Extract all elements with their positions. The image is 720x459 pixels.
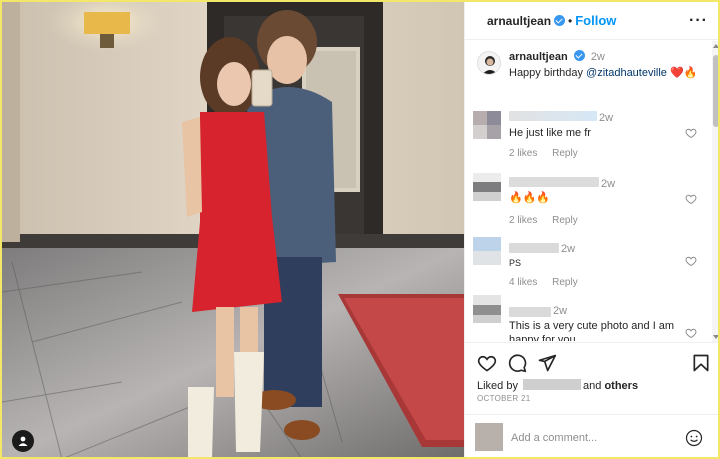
- liked-by-middle: and: [583, 380, 605, 392]
- add-comment-input[interactable]: [511, 428, 671, 448]
- verified-badge-icon: [573, 50, 585, 61]
- verified-badge-icon: [554, 15, 566, 26]
- post-window: arnaultjean • Follow ··· arnaultjean 2w: [0, 0, 720, 459]
- more-options-icon[interactable]: ···: [689, 12, 708, 30]
- caption-username[interactable]: arnaultjean: [509, 51, 568, 63]
- comment-time[interactable]: 2w: [553, 305, 567, 317]
- comment-meta: 2 likes Reply: [509, 215, 590, 226]
- commenter-username-redacted[interactable]: [509, 177, 599, 187]
- post-actions-bar: [465, 342, 718, 382]
- comment-icon[interactable]: [507, 353, 527, 373]
- comment-time[interactable]: 2w: [601, 178, 615, 190]
- post-header: arnaultjean • Follow ···: [465, 2, 718, 40]
- caption-text: Happy birthday: [509, 67, 587, 79]
- tag-person-icon[interactable]: [12, 430, 34, 452]
- heart-icon[interactable]: [685, 255, 697, 267]
- liked-by: Liked by and others: [477, 379, 638, 392]
- comment-meta: 4 likes Reply: [509, 277, 590, 288]
- scrollbar-thumb[interactable]: [713, 55, 718, 127]
- comment-meta: 2 likes Reply: [509, 148, 590, 159]
- heart-icon[interactable]: [477, 353, 497, 373]
- comment-likes[interactable]: 2 likes: [509, 148, 537, 159]
- photo-illustration: [2, 2, 464, 457]
- emoji-icon[interactable]: [685, 429, 703, 447]
- comment-item: 2w This is a very cute photo and I am ha…: [473, 295, 705, 341]
- liked-by-user-redacted[interactable]: [523, 379, 582, 390]
- comment-item: 2w 🔥🔥🔥 2 likes Reply: [473, 171, 705, 235]
- share-icon[interactable]: [537, 353, 557, 373]
- comments-scrollbar[interactable]: [712, 41, 718, 342]
- scroll-up-icon[interactable]: [713, 44, 718, 48]
- comments-list[interactable]: arnaultjean 2w Happy birthday @zitadhaut…: [465, 41, 713, 341]
- reply-button[interactable]: Reply: [552, 277, 578, 288]
- comment-likes[interactable]: 2 likes: [509, 215, 537, 226]
- comment-likes[interactable]: 4 likes: [509, 277, 537, 288]
- separator-dot: •: [568, 13, 573, 28]
- comment-text: PS: [509, 258, 522, 268]
- post-date[interactable]: OCTOBER 21: [477, 394, 531, 403]
- comment-text: This is a very cute photo and I am happy…: [509, 320, 675, 341]
- scroll-down-icon[interactable]: [713, 335, 718, 339]
- post-photo[interactable]: [2, 2, 464, 457]
- liked-by-prefix: Liked by: [477, 380, 522, 392]
- commenter-username-redacted[interactable]: [509, 243, 559, 253]
- reply-button[interactable]: Reply: [552, 215, 578, 226]
- comment-time[interactable]: 2w: [599, 112, 613, 124]
- current-user-avatar: [475, 423, 503, 451]
- comment-item: 2w PS 4 likes Reply: [473, 237, 705, 297]
- commenter-avatar[interactable]: [473, 173, 501, 201]
- commenter-avatar[interactable]: [473, 111, 501, 139]
- heart-icon[interactable]: [685, 127, 697, 139]
- caption-mention[interactable]: @zitadhauteville: [586, 67, 667, 79]
- bookmark-icon[interactable]: [691, 353, 711, 373]
- comment-text: 🔥🔥🔥: [509, 192, 551, 204]
- comment-text: He just like me fr: [509, 127, 591, 139]
- liked-by-others[interactable]: others: [604, 380, 638, 392]
- commenter-avatar[interactable]: [473, 237, 501, 265]
- post-author-username[interactable]: arnaultjean: [487, 14, 551, 28]
- heart-icon[interactable]: [685, 193, 697, 205]
- reply-button[interactable]: Reply: [552, 148, 578, 159]
- caption-emojis: ❤️🔥: [670, 67, 698, 79]
- comment-item: 2w He just like me fr 2 likes Reply: [473, 111, 705, 171]
- author-avatar[interactable]: [477, 51, 501, 75]
- add-comment-bar: [465, 414, 718, 457]
- commenter-username-redacted[interactable]: [509, 111, 597, 121]
- post-caption: arnaultjean 2w Happy birthday @zitadhaut…: [477, 49, 707, 81]
- commenter-username-redacted[interactable]: [509, 307, 551, 317]
- follow-button[interactable]: Follow: [575, 13, 616, 28]
- heart-icon[interactable]: [685, 327, 697, 339]
- comment-time[interactable]: 2w: [561, 243, 575, 255]
- post-side-panel: arnaultjean • Follow ··· arnaultjean 2w: [464, 2, 718, 457]
- caption-time[interactable]: 2w: [591, 51, 605, 63]
- commenter-avatar[interactable]: [473, 295, 501, 323]
